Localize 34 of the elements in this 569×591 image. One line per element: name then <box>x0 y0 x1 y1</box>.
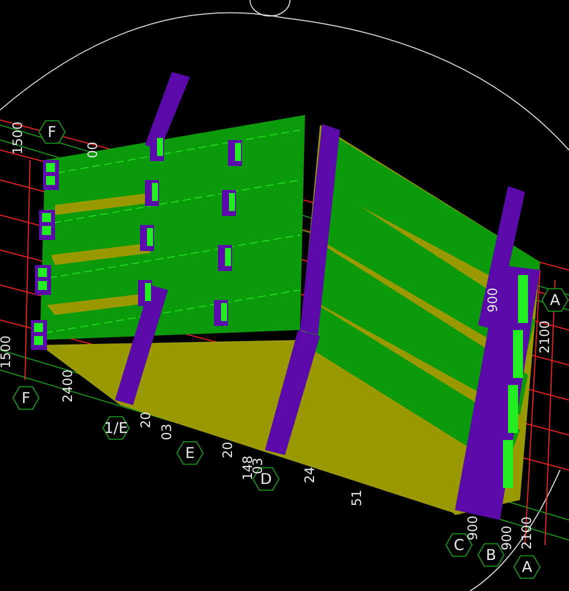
dimension-label: 1500 <box>11 121 26 155</box>
dimension-label: 51 <box>350 490 365 506</box>
grid-bubble: F <box>12 386 40 410</box>
beam-end-plate <box>43 160 59 190</box>
beam-bracket <box>145 180 159 206</box>
beam-bracket <box>150 135 164 161</box>
dimension-label: 00 <box>86 142 101 158</box>
beam-bracket <box>218 245 232 271</box>
grid-bubble: A <box>541 288 569 312</box>
grid-bubble: 1/E <box>102 416 130 440</box>
dimension-label: 2100 <box>520 516 535 550</box>
dimension-label: 2100 <box>538 320 553 354</box>
grid-bubble: A <box>513 555 541 579</box>
stiffener-plate <box>508 385 518 433</box>
beam-end-plate <box>35 265 51 295</box>
beam-bracket <box>222 190 236 216</box>
beam-bracket <box>140 225 154 251</box>
dimension-label: 20 <box>221 442 236 458</box>
dimension-label: 20 <box>139 412 154 428</box>
dimension-label: 900 <box>486 288 501 312</box>
beam-bracket <box>214 300 228 326</box>
stiffener-plate <box>518 275 528 323</box>
beam-end-plate <box>31 320 47 350</box>
stiffener-plate <box>513 330 523 378</box>
dimension-label: 1500 <box>0 335 14 369</box>
beam-bracket <box>228 140 242 166</box>
stiffener-plate <box>503 440 513 488</box>
beam-bracket <box>138 280 152 306</box>
beam-end-plate <box>39 210 55 240</box>
grid-bubble: E <box>176 441 204 465</box>
grid-bubble: F <box>38 120 66 144</box>
dimension-label: 03 <box>160 424 175 440</box>
dimension-label: 24 <box>303 466 318 484</box>
dimension-label: 2400 <box>61 369 76 403</box>
